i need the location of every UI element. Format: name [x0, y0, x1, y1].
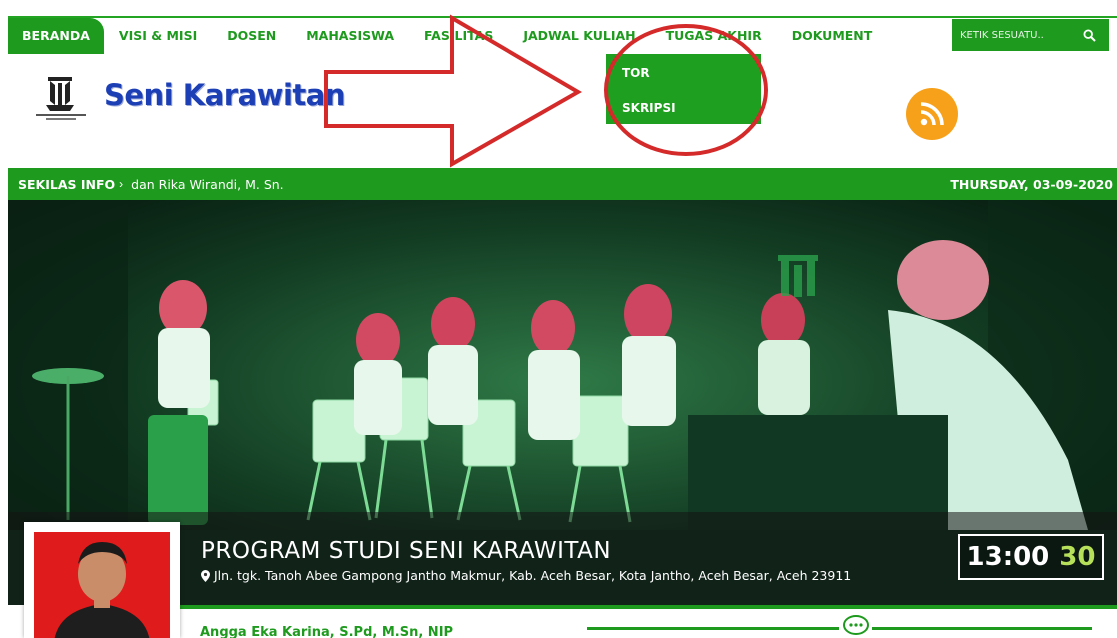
nav-item-fasilitas[interactable]: FASILITAS	[409, 18, 508, 54]
info-bar: SEKILAS INFO › dan Rika Wirandi, M. Sn. …	[8, 168, 1117, 200]
institute-logo-icon[interactable]	[28, 75, 94, 123]
rss-button[interactable]	[906, 88, 958, 140]
avatar	[34, 532, 170, 638]
rss-icon	[920, 102, 944, 126]
chevron-right-icon: ›	[119, 177, 124, 191]
dropdown-item-skripsi[interactable]: SKRIPSI	[606, 89, 761, 124]
address-text: Jln. tgk. Tanoh Abee Gampong Jantho Makm…	[214, 568, 852, 583]
section-top-border	[180, 605, 1117, 609]
info-ticker-text[interactable]: dan Rika Wirandi, M. Sn.	[131, 177, 284, 192]
dropdown-item-tor[interactable]: TOR	[606, 54, 761, 89]
divider-left	[587, 627, 839, 630]
search-box	[952, 19, 1109, 51]
digital-clock: 13:00 30	[958, 534, 1104, 580]
clock-seconds: 30	[1059, 542, 1096, 572]
nav-item-mahasiswa[interactable]: MAHASISWA	[291, 18, 409, 54]
hero-address: Jln. tgk. Tanoh Abee Gampong Jantho Makm…	[201, 568, 851, 583]
lecturer-name[interactable]: Angga Eka Karina, S.Pd, M.Sn, NIP	[200, 625, 453, 638]
main-nav: BERANDA VISI & MISI DOSEN MAHASISWA FASI…	[8, 18, 887, 54]
search-icon	[1082, 28, 1096, 42]
profile-photo[interactable]	[34, 532, 170, 638]
hero-title: PROGRAM STUDI SENI KARAWITAN	[201, 538, 612, 564]
info-label: SEKILAS INFO	[18, 176, 116, 192]
divider-right	[872, 627, 1092, 630]
map-marker-icon	[201, 569, 210, 582]
clock-hours-minutes: 13:00	[966, 542, 1050, 572]
nav-item-dosen[interactable]: DOSEN	[212, 18, 291, 54]
nav-item-tugas-akhir[interactable]: TUGAS AKHIR	[651, 18, 777, 54]
profile-card	[24, 522, 180, 638]
search-button[interactable]	[1072, 19, 1106, 51]
nav-item-visi-misi[interactable]: VISI & MISI	[104, 18, 212, 54]
nav-item-beranda[interactable]: BERANDA	[8, 18, 104, 54]
nav-item-dokument[interactable]: DOKUMENT	[777, 18, 888, 54]
page: BERANDA VISI & MISI DOSEN MAHASISWA FASI…	[0, 0, 1117, 638]
info-date: THURSDAY, 03-09-2020	[950, 176, 1113, 192]
brand-title[interactable]: Seni Karawitan	[104, 78, 345, 112]
tugas-akhir-dropdown: TOR SKRIPSI	[606, 54, 761, 124]
nav-item-jadwal-kuliah[interactable]: JADWAL KULIAH	[508, 18, 650, 54]
chat-bubble-icon	[841, 614, 871, 638]
search-input[interactable]	[952, 29, 1072, 41]
